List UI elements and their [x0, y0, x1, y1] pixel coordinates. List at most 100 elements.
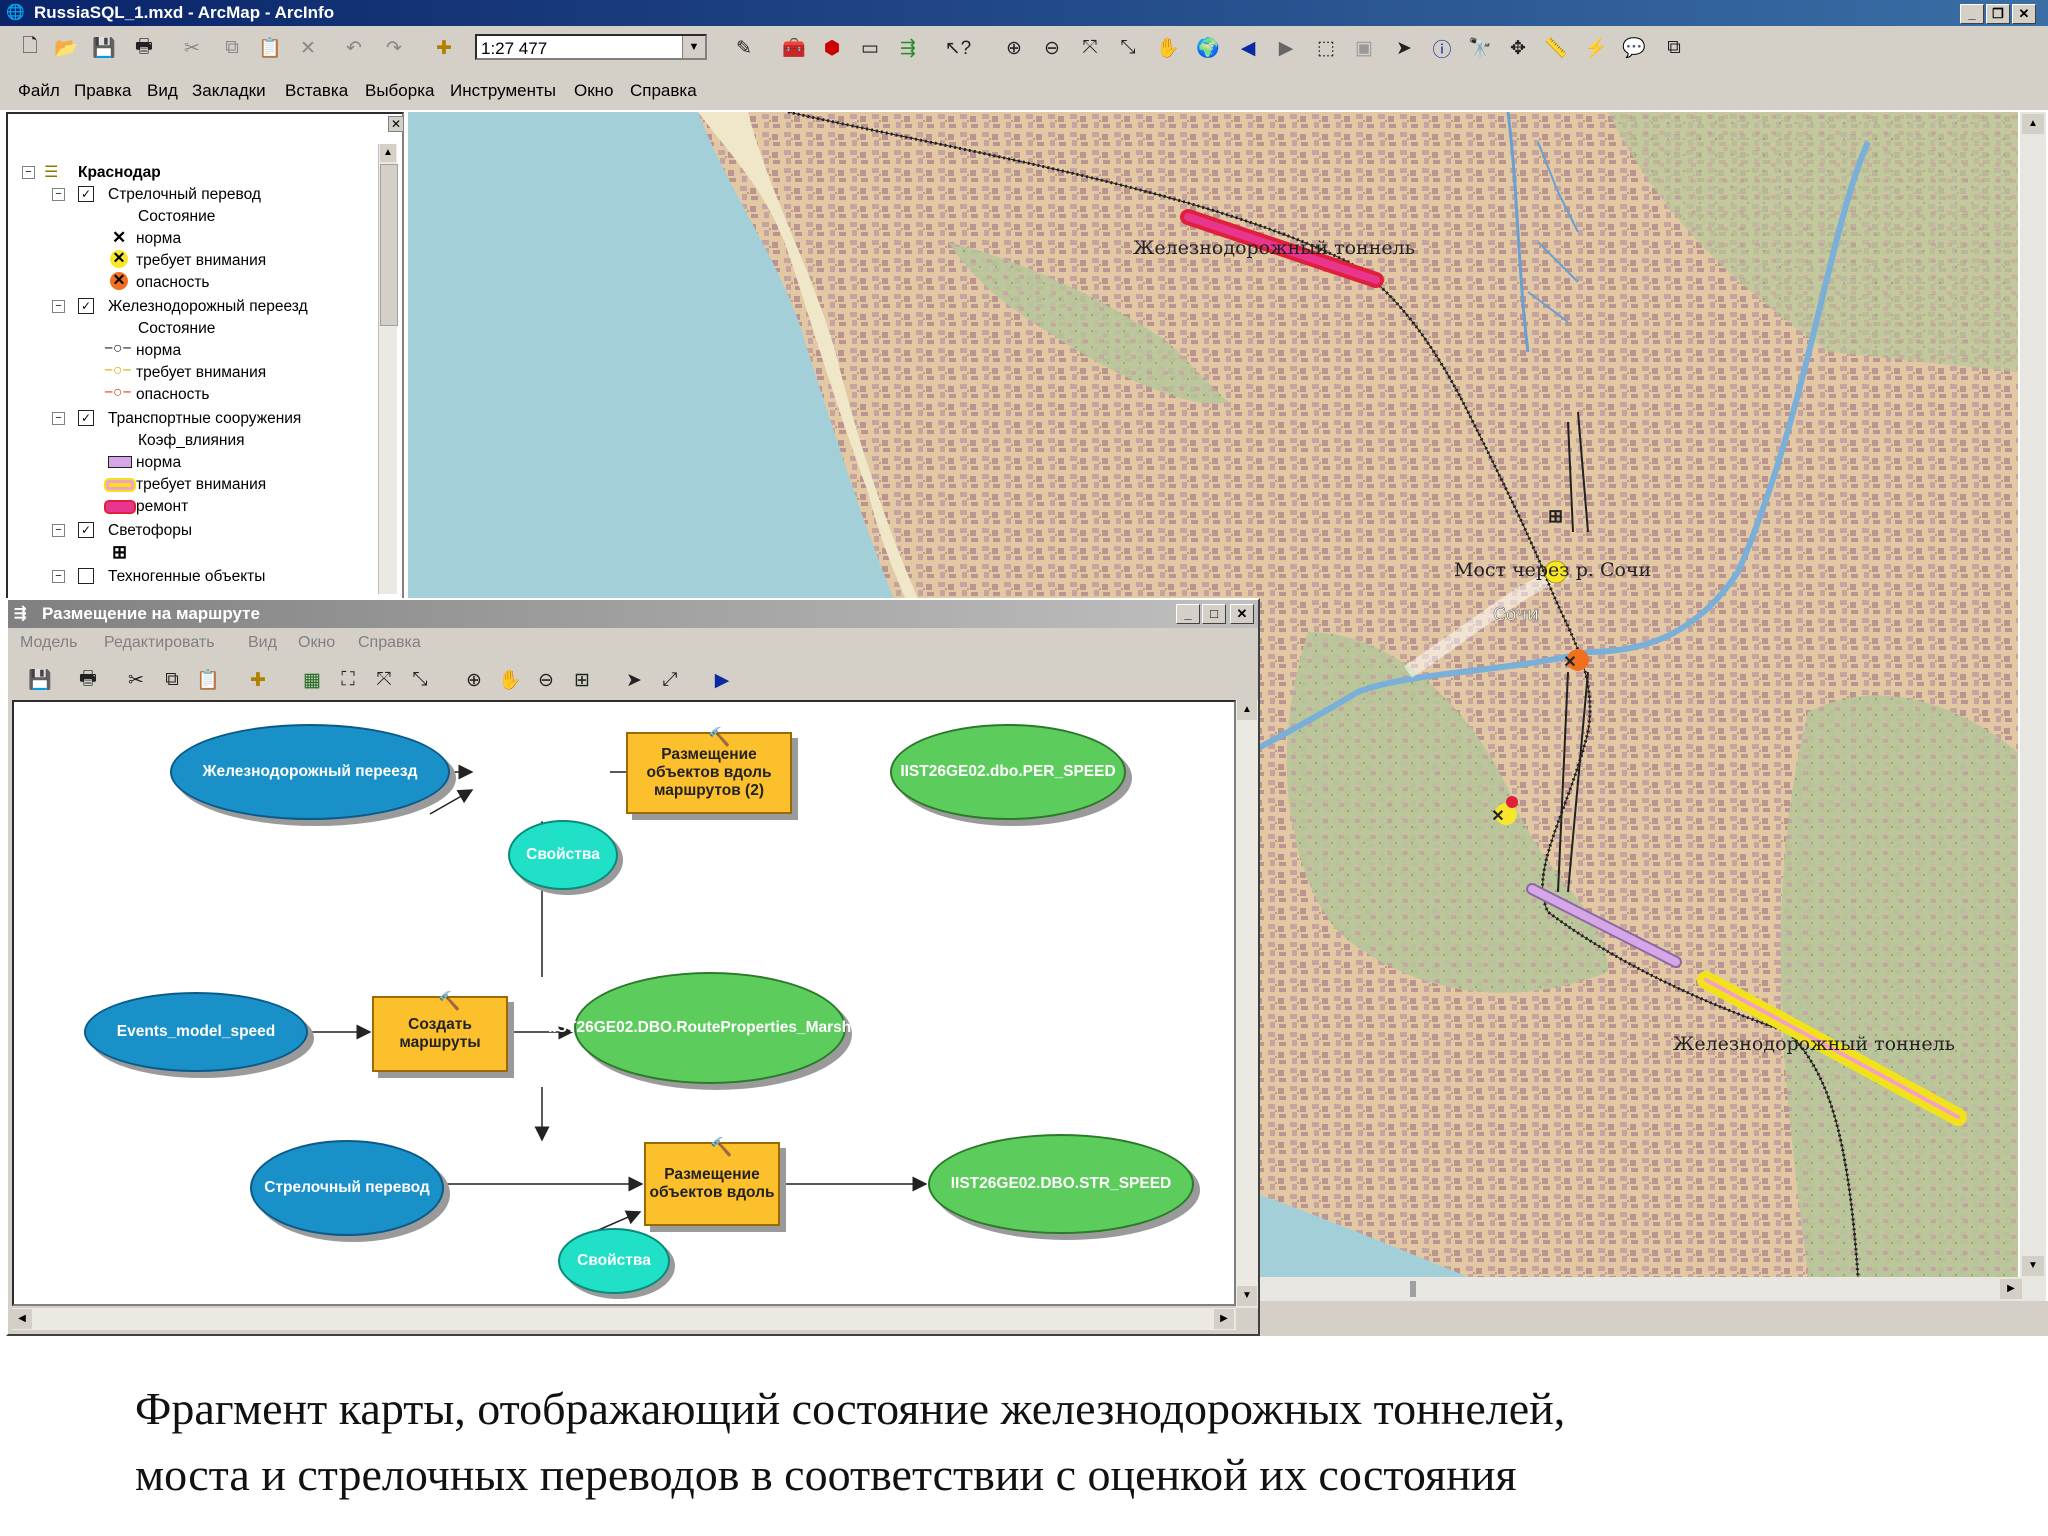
- save-icon[interactable]: 💾: [26, 666, 54, 694]
- toc-scrollbar[interactable]: ▲: [378, 144, 398, 594]
- scroll-right-icon[interactable]: ▶: [2000, 1279, 2022, 1299]
- run-icon[interactable]: ▶: [708, 666, 736, 694]
- minimize-button[interactable]: _: [1960, 4, 1984, 24]
- dialog-menu-edit[interactable]: Редактировать: [104, 634, 215, 652]
- auto-layout-icon[interactable]: ▦: [298, 666, 326, 694]
- toc-scroll-thumb[interactable]: [380, 164, 398, 326]
- layer-checkbox[interactable]: ✓: [78, 522, 94, 538]
- add-data-icon[interactable]: ✚: [244, 666, 272, 694]
- model-builder-icon[interactable]: ⇶: [894, 34, 922, 62]
- find-icon[interactable]: 🔭: [1466, 34, 1494, 62]
- collapse-icon[interactable]: −: [52, 412, 65, 425]
- command-line-icon[interactable]: ▭: [856, 34, 884, 62]
- chevron-down-icon[interactable]: ▼: [682, 36, 705, 58]
- model-horizontal-scrollbar[interactable]: ◀ ▶: [12, 1308, 1236, 1330]
- model-canvas[interactable]: Железнодорожный переезд 🔨 Размещение объ…: [12, 700, 1236, 1306]
- forward-extent-icon[interactable]: ▶: [1272, 34, 1300, 62]
- node-properties-1[interactable]: Свойства: [508, 820, 618, 890]
- collapse-icon[interactable]: −: [22, 166, 35, 179]
- scroll-up-icon[interactable]: ▲: [1237, 700, 1257, 720]
- map-vertical-scrollbar[interactable]: ▲ ▼: [2020, 112, 2046, 1280]
- identify-icon[interactable]: ⓘ: [1428, 34, 1456, 62]
- menu-bookmarks[interactable]: Закладки: [192, 81, 266, 101]
- switch-danger-marker[interactable]: [1506, 796, 1518, 808]
- node-switch[interactable]: Стрелочный перевод: [250, 1140, 444, 1236]
- copy-icon[interactable]: ⧉: [218, 34, 246, 62]
- new-icon[interactable]: 🗋: [16, 34, 44, 62]
- scroll-down-icon[interactable]: ▼: [1237, 1286, 1257, 1306]
- layer-checkbox[interactable]: ✓: [78, 298, 94, 314]
- full-extent-icon[interactable]: ⛶: [334, 666, 362, 694]
- toc-layer-name[interactable]: Светофоры: [108, 522, 192, 540]
- grid-icon[interactable]: ⊞: [568, 666, 596, 694]
- cut-icon[interactable]: ✂: [122, 666, 150, 694]
- fixed-zoom-in-icon[interactable]: ⤧: [1076, 34, 1104, 62]
- dialog-maximize-button[interactable]: □: [1202, 604, 1226, 624]
- zoom-out-icon[interactable]: ⊖: [532, 666, 560, 694]
- toc-root-label[interactable]: Краснодар: [78, 164, 161, 182]
- select-icon[interactable]: ➤: [620, 666, 648, 694]
- node-output-str-speed[interactable]: IIST26GE02.DBO.STR_SPEED: [928, 1134, 1194, 1234]
- menu-help[interactable]: Справка: [630, 81, 697, 101]
- traffic-light-marker[interactable]: ⊞: [1548, 506, 1563, 526]
- back-extent-icon[interactable]: ◀: [1234, 34, 1262, 62]
- layer-checkbox[interactable]: ✓: [78, 410, 94, 426]
- toc-layer-name[interactable]: Транспортные сооружения: [108, 410, 301, 428]
- dialog-menu-view[interactable]: Вид: [248, 634, 277, 652]
- print-icon[interactable]: 🖶: [74, 666, 102, 694]
- maximize-button[interactable]: ❐: [1986, 4, 2010, 24]
- pan-icon[interactable]: ✋: [496, 666, 524, 694]
- model-vertical-scrollbar[interactable]: ▲ ▼: [1236, 700, 1258, 1308]
- menu-window[interactable]: Окно: [574, 81, 614, 101]
- dialog-menu-help[interactable]: Справка: [358, 634, 421, 652]
- clear-selection-icon[interactable]: ▣: [1350, 34, 1378, 62]
- fixed-zoom-out-icon[interactable]: ⤡: [1114, 34, 1142, 62]
- menu-file[interactable]: Файл: [18, 81, 60, 101]
- toc-layer-name[interactable]: Железнодорожный переезд: [108, 298, 308, 316]
- map-scale-combobox[interactable]: 1:27 477 ▼: [475, 34, 707, 60]
- copy-icon[interactable]: ⧉: [158, 666, 186, 694]
- menu-view[interactable]: Вид: [147, 81, 178, 101]
- connect-icon[interactable]: ⤢: [656, 666, 684, 694]
- map-scroll-thumb[interactable]: [1410, 1281, 1416, 1297]
- node-rail-crossing[interactable]: Железнодорожный переезд: [170, 724, 450, 820]
- undo-icon[interactable]: ↶: [340, 34, 368, 62]
- hyperlink-icon[interactable]: ⚡: [1582, 34, 1610, 62]
- scroll-right-icon[interactable]: ▶: [1214, 1309, 1234, 1329]
- dialog-menu-model[interactable]: Модель: [20, 634, 77, 652]
- editor-icon[interactable]: ✎: [730, 34, 758, 62]
- expand-icon[interactable]: −: [52, 570, 65, 583]
- layer-checkbox[interactable]: ✓: [78, 186, 94, 202]
- map-horizontal-scrollbar[interactable]: ▶: [1260, 1277, 2046, 1301]
- full-extent-icon[interactable]: 🌍: [1194, 34, 1222, 62]
- print-icon[interactable]: 🖶: [130, 34, 158, 62]
- paste-icon[interactable]: 📋: [194, 666, 222, 694]
- save-icon[interactable]: 💾: [90, 34, 118, 62]
- toolbox-icon[interactable]: ⬢: [818, 34, 846, 62]
- pan-icon[interactable]: ✋: [1154, 34, 1182, 62]
- dialog-menu-window[interactable]: Окно: [298, 634, 335, 652]
- node-create-routes[interactable]: 🔨 Создать маршруты: [372, 992, 508, 1072]
- add-data-icon[interactable]: ✚: [430, 34, 458, 62]
- node-route-properties[interactable]: IIST26GE02.DBO.RouteProperties_Marshrut: [548, 972, 872, 1084]
- paste-icon[interactable]: 📋: [256, 34, 284, 62]
- toc-close-icon[interactable]: ✕: [388, 116, 404, 132]
- collapse-icon[interactable]: −: [52, 188, 65, 201]
- cut-icon[interactable]: ✂: [178, 34, 206, 62]
- dialog-minimize-button[interactable]: _: [1176, 604, 1200, 624]
- redo-icon[interactable]: ↷: [380, 34, 408, 62]
- zoom-in-icon[interactable]: ⊕: [1000, 34, 1028, 62]
- html-popup-icon[interactable]: 💬: [1620, 34, 1648, 62]
- open-icon[interactable]: 📂: [52, 34, 80, 62]
- scroll-up-icon[interactable]: ▲: [380, 144, 396, 162]
- collapse-icon[interactable]: −: [52, 524, 65, 537]
- menu-edit[interactable]: Правка: [74, 81, 131, 101]
- toc-layer-name[interactable]: Стрелочный перевод: [108, 186, 261, 204]
- node-output-per-speed[interactable]: IIST26GE02.dbo.PER_SPEED: [890, 724, 1126, 820]
- scroll-down-icon[interactable]: ▼: [2022, 1256, 2044, 1276]
- whats-this-icon[interactable]: ↖?: [944, 34, 972, 62]
- zoom-out-icon[interactable]: ⊖: [1038, 34, 1066, 62]
- dialog-close-button[interactable]: ✕: [1230, 604, 1254, 624]
- zoom-in-icon[interactable]: ⊕: [460, 666, 488, 694]
- layer-checkbox[interactable]: [78, 568, 94, 584]
